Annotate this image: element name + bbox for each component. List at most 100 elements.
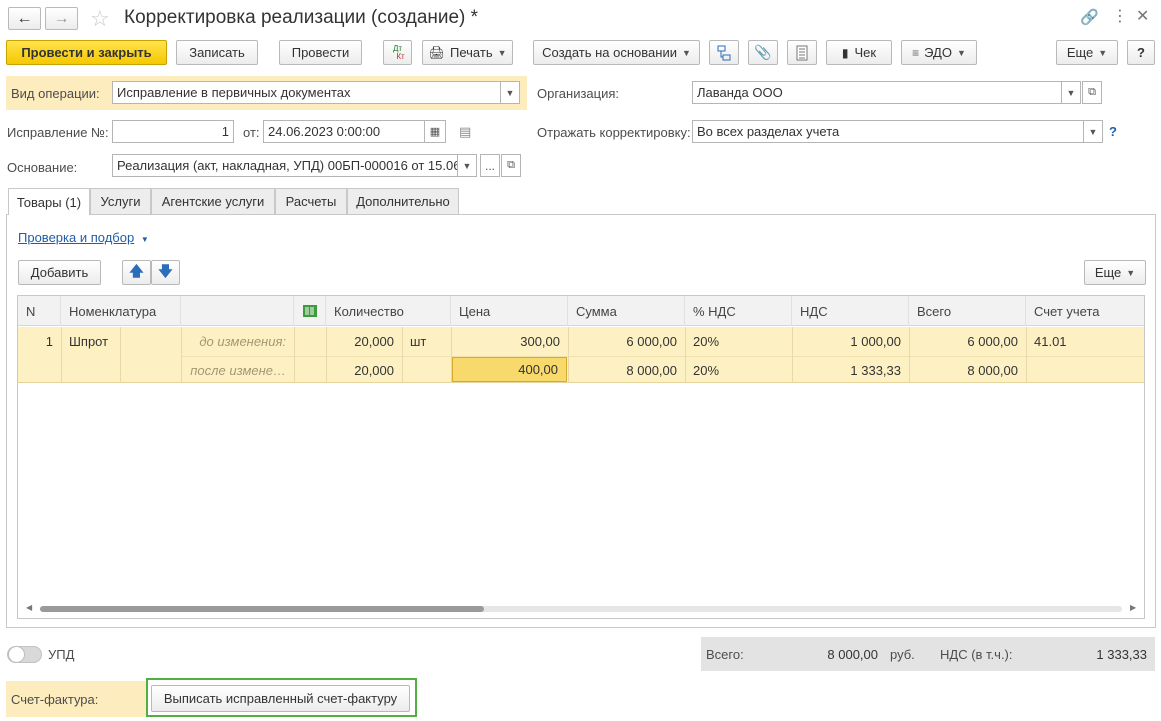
row-after-vat[interactable]: 1 333,33	[792, 356, 909, 385]
organization-open[interactable]: ⧉	[1082, 81, 1102, 104]
col-total[interactable]: Всего	[909, 296, 1026, 326]
basis-select-button[interactable]: ...	[480, 154, 500, 177]
help-button[interactable]: ?	[1127, 40, 1155, 65]
open-window-icon: ⧉	[1088, 86, 1096, 98]
basis-dropdown[interactable]: ▼	[457, 154, 477, 177]
col-price[interactable]: Цена	[451, 296, 568, 326]
row-account[interactable]: 41.01	[1026, 327, 1144, 356]
issue-corrected-invoice-button[interactable]: Выписать исправленный счет-фактуру	[151, 685, 410, 712]
more-button[interactable]: Еще ▼	[1056, 40, 1118, 65]
basis-open[interactable]: ⧉	[501, 154, 521, 177]
tab-agent-services[interactable]: Агентские услуги	[151, 188, 275, 214]
tab-goods[interactable]: Товары (1)	[8, 188, 90, 215]
dt-kt-button[interactable]: Дт Кт	[383, 40, 412, 65]
structure-button[interactable]	[709, 40, 739, 65]
more-vert-icon[interactable]: ⋮	[1112, 6, 1128, 26]
link-icon[interactable]: 🔗	[1080, 8, 1099, 26]
basis-field[interactable]: Реализация (акт, накладная, УПД) 00БП-00…	[112, 154, 458, 177]
edo-button[interactable]: ≡ ЭДО ▼	[901, 40, 977, 65]
post-and-close-button[interactable]: Провести и закрыть	[6, 40, 167, 65]
scroll-left-icon[interactable]: ◀	[26, 603, 32, 612]
close-icon[interactable]: ✕	[1136, 6, 1149, 26]
vat-total-value: 1 333,33	[1096, 647, 1147, 662]
row-after-vat-rate[interactable]: 20%	[685, 356, 792, 385]
create-based-on-button[interactable]: Создать на основании ▼	[533, 40, 700, 65]
row-before-qty[interactable]: 20,000	[326, 327, 402, 356]
col-vat[interactable]: НДС	[792, 296, 909, 326]
printer-icon: 🖨	[428, 44, 445, 60]
row-after-total[interactable]: 8 000,00	[909, 356, 1026, 385]
correction-number-label: Исправление №:	[7, 125, 109, 140]
star-icon[interactable]: ☆	[90, 6, 110, 32]
total-value: 8 000,00	[827, 647, 878, 662]
check-and-pick-link[interactable]: Проверка и подбор ▼	[18, 230, 149, 245]
move-up-button[interactable]: 🡅	[122, 260, 151, 285]
receipt-icon: ▮	[841, 45, 849, 60]
row-after-sum[interactable]: 8 000,00	[568, 356, 685, 385]
chevron-down-icon: ▼	[1088, 126, 1098, 137]
row-unit[interactable]: шт	[402, 327, 451, 356]
chevron-down-icon: ▼	[505, 87, 515, 98]
chevron-down-icon: ▼	[497, 47, 507, 58]
date-from-label: от:	[243, 125, 260, 140]
list-button[interactable]	[787, 40, 817, 65]
reflect-help-link[interactable]: ?	[1109, 124, 1117, 139]
chevron-down-icon: ▼	[1098, 47, 1108, 58]
correction-number-field[interactable]: 1	[112, 120, 234, 143]
col-sum[interactable]: Сумма	[568, 296, 685, 326]
date-field[interactable]: 24.06.2023 0:00:00	[263, 120, 425, 143]
row-before-total[interactable]: 6 000,00	[909, 327, 1026, 356]
row-item[interactable]: Шпрот	[61, 327, 120, 356]
tab-services[interactable]: Услуги	[90, 188, 151, 214]
forward-button[interactable]: →	[45, 7, 78, 30]
upd-toggle[interactable]	[7, 646, 42, 663]
row-before-vat[interactable]: 1 000,00	[792, 327, 909, 356]
row-after-qty[interactable]: 20,000	[326, 356, 402, 385]
operation-type-select[interactable]: Исправление в первичных документах	[112, 81, 501, 104]
comment-icon[interactable]: ▤	[459, 124, 471, 140]
scrollbar-thumb[interactable]	[40, 606, 484, 612]
row-before-sum[interactable]: 6 000,00	[568, 327, 685, 356]
print-button[interactable]: 🖨 Печать ▼	[422, 40, 513, 65]
scroll-right-icon[interactable]: ▶	[1130, 603, 1136, 612]
add-button[interactable]: Добавить	[18, 260, 101, 285]
row-vline	[294, 327, 295, 383]
move-down-button[interactable]: 🡇	[151, 260, 180, 285]
basis-label: Основание:	[7, 160, 78, 175]
row-vline	[120, 327, 121, 383]
row-number: 1	[45, 334, 53, 349]
col-vat-rate[interactable]: % НДС	[685, 296, 792, 326]
tab-additional[interactable]: Дополнительно	[347, 188, 459, 214]
organization-dropdown[interactable]: ▼	[1061, 81, 1081, 104]
receipt-button[interactable]: ▮ Чек	[826, 40, 892, 65]
attach-button[interactable]: 📎	[748, 40, 778, 65]
tab-settlements[interactable]: Расчеты	[275, 188, 347, 214]
row-before-price[interactable]: 300,00	[451, 327, 568, 356]
row-after-price[interactable]: 400,00	[452, 357, 567, 382]
chevron-down-icon: ▼	[462, 160, 472, 171]
save-button[interactable]: Записать	[176, 40, 258, 65]
reflect-correction-label: Отражать корректировку:	[537, 125, 691, 140]
edo-icon: ≡	[912, 45, 920, 60]
col-nomenclature[interactable]: Номенклатура	[61, 296, 181, 326]
col-marking[interactable]	[294, 296, 326, 326]
col-characteristic[interactable]	[181, 296, 294, 326]
reflect-correction-select[interactable]: Во всех разделах учета	[692, 120, 1084, 143]
reflect-correction-dropdown[interactable]: ▼	[1083, 120, 1103, 143]
kt-label: Кт	[396, 51, 405, 61]
operation-type-dropdown[interactable]: ▼	[500, 81, 520, 104]
row-before-vat-rate[interactable]: 20%	[685, 327, 792, 356]
window-title: Корректировка реализации (создание) *	[124, 7, 479, 28]
organization-field[interactable]: Лаванда ООО	[692, 81, 1062, 104]
horizontal-scrollbar[interactable]: ◀ ▶	[24, 603, 1140, 615]
back-button[interactable]: ←	[8, 7, 41, 30]
post-button[interactable]: Провести	[279, 40, 362, 65]
date-picker[interactable]: ▦	[424, 120, 446, 143]
col-quantity[interactable]: Количество	[326, 296, 451, 326]
hierarchy-icon	[717, 45, 731, 60]
goods-more-button[interactable]: Еще ▼	[1084, 260, 1146, 285]
arrow-down-icon: 🡇	[158, 262, 173, 279]
arrow-left-icon: ←	[16, 9, 33, 27]
col-n[interactable]: N	[18, 296, 61, 326]
col-account[interactable]: Счет учета	[1026, 296, 1144, 326]
